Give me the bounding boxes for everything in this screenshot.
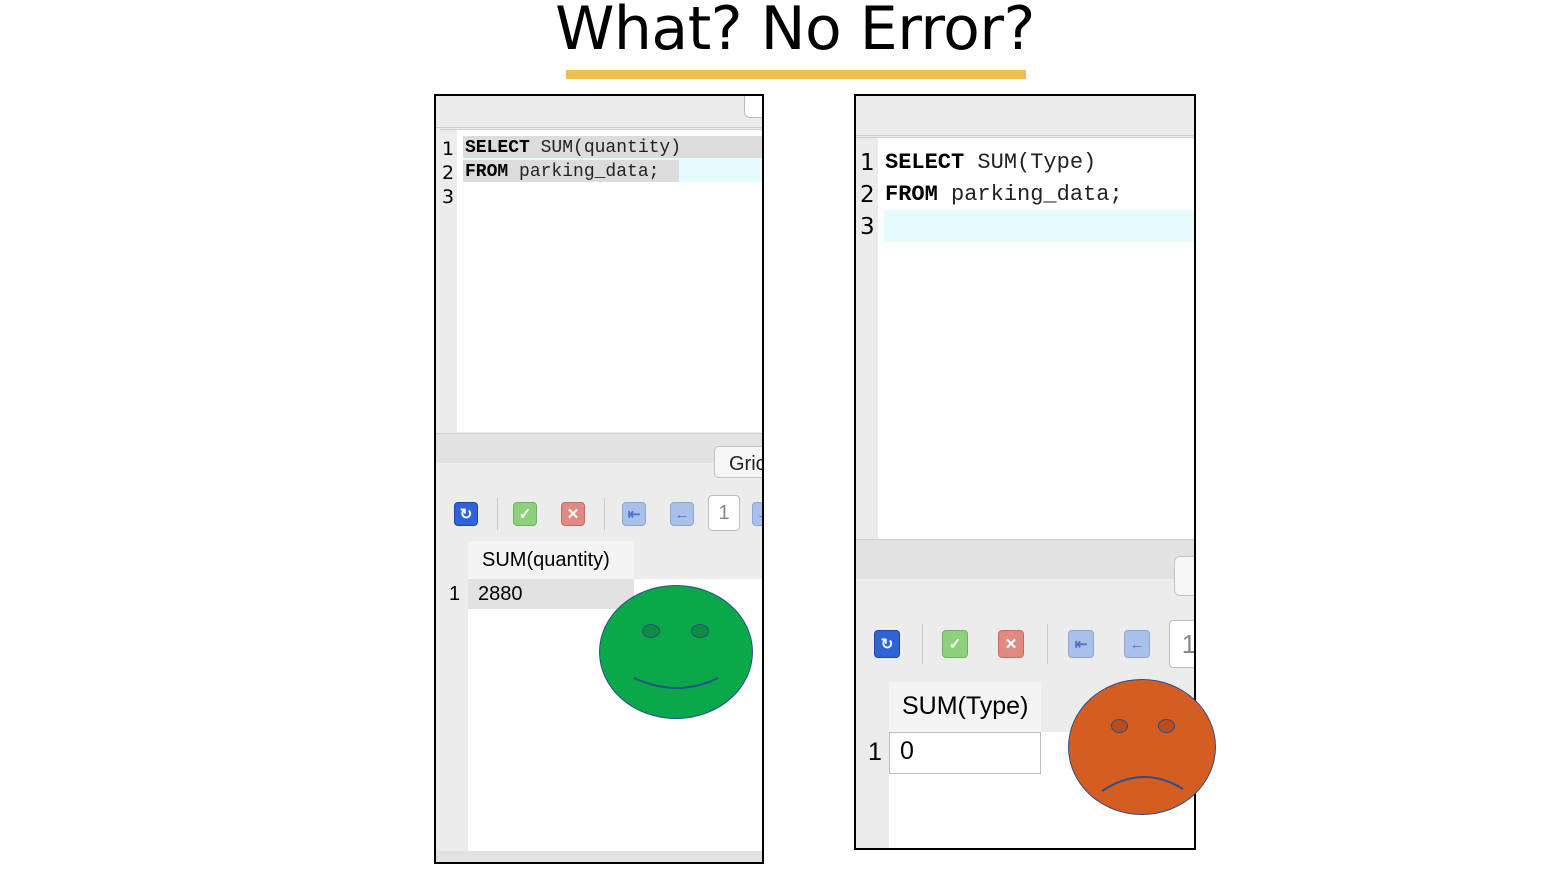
grid-tab[interactable] (1174, 556, 1194, 596)
column-header[interactable]: SUM(Type) (889, 682, 1041, 732)
row-number: 1 (449, 583, 461, 605)
checkmark-icon[interactable]: ✓ (513, 502, 537, 526)
window-top-bar (436, 96, 762, 128)
refresh-icon[interactable]: ↻ (454, 502, 478, 526)
code-line-1: SELECT SUM(Type) (885, 150, 1096, 175)
result-cell[interactable]: 2880 (478, 583, 523, 606)
top-tab-button[interactable] (744, 96, 762, 118)
frown (1101, 776, 1184, 792)
page-number-input[interactable]: 1 (1169, 620, 1194, 668)
grid-tab[interactable]: Gric (714, 446, 762, 478)
splitter-bar[interactable] (856, 539, 1194, 579)
code-line-2: FROM parking_data; (465, 162, 659, 182)
sql-text: parking_data; (508, 162, 660, 182)
first-page-icon[interactable]: ⇤ (622, 502, 646, 526)
first-page-icon[interactable]: ⇤ (1068, 630, 1094, 658)
title-underline (566, 70, 1026, 79)
sad-face-icon (1068, 679, 1216, 815)
column-header[interactable]: SUM(quantity) (468, 541, 634, 579)
sql-editor[interactable]: 1 2 3 SELECT SUM(quantity) FROM parking_… (440, 129, 762, 432)
previous-page-icon[interactable]: ← (670, 502, 694, 526)
happy-face-icon (599, 585, 753, 719)
code-line-2: FROM parking_data; (885, 182, 1123, 207)
row-number: 1 (868, 738, 882, 766)
line-number: 2 (442, 162, 455, 184)
result-cell[interactable]: 0 (900, 737, 914, 766)
cancel-icon[interactable]: ✕ (561, 502, 585, 526)
code-line-1: SELECT SUM(quantity) (465, 138, 681, 158)
line-number: 2 (860, 182, 875, 208)
line-number: 1 (442, 138, 455, 160)
cancel-icon[interactable]: ✕ (998, 630, 1024, 658)
page-number-input[interactable]: 1 (708, 495, 740, 531)
left-sql-window: 1 2 3 SELECT SUM(quantity) FROM parking_… (434, 94, 764, 864)
refresh-icon[interactable]: ↻ (874, 630, 900, 658)
checkmark-icon[interactable]: ✓ (942, 630, 968, 658)
next-page-icon[interactable]: → (752, 502, 762, 526)
sql-text: parking_data; (937, 182, 1123, 207)
sql-text: SUM(quantity) (529, 138, 682, 158)
sql-editor[interactable]: 1 2 3 SELECT SUM(Type) FROM parking_data… (856, 137, 1194, 539)
line-number: 1 (860, 150, 875, 176)
sql-keyword: SELECT (465, 138, 530, 158)
slide-title: What? No Error? (555, 0, 1035, 64)
previous-page-icon[interactable]: ← (1124, 630, 1150, 658)
sql-text: SUM(Type) (964, 150, 1097, 175)
sql-keyword: FROM (885, 182, 938, 207)
line-number: 3 (442, 186, 455, 208)
smile (633, 677, 719, 689)
line-number: 3 (860, 214, 875, 240)
window-top-bar (856, 96, 1194, 136)
sql-keyword: SELECT (885, 150, 965, 175)
sql-keyword: FROM (465, 162, 509, 182)
